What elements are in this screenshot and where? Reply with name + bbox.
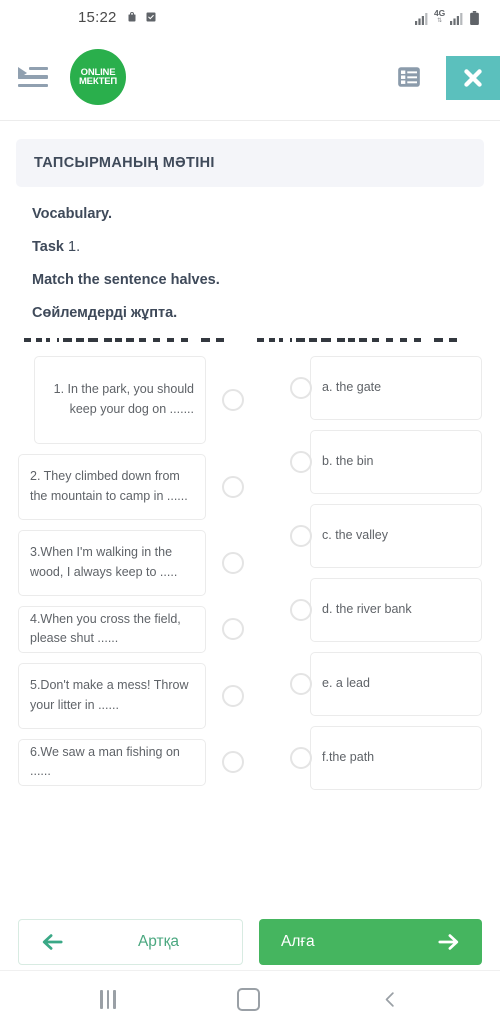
left-connector-dot-2[interactable] <box>222 475 244 498</box>
left-dot-slot-6 <box>216 739 250 786</box>
right-connector-dot-e[interactable] <box>290 672 312 695</box>
home-icon[interactable] <box>236 988 260 1011</box>
left-item-1[interactable]: 1. In the park, you should keep your dog… <box>34 355 206 444</box>
right-item-d[interactable]: d. the river bank <box>310 577 482 642</box>
right-connector-dot-f[interactable] <box>290 746 312 769</box>
signal-icon <box>415 12 428 25</box>
right-dot-slot-d <box>284 578 318 642</box>
right-connector-dots <box>284 356 318 800</box>
task-line: Vocabulary. <box>32 205 468 223</box>
right-dot-slot-a <box>284 356 318 420</box>
left-connector-dot-6[interactable] <box>222 751 244 773</box>
hamburger-menu-icon[interactable] <box>18 64 48 90</box>
right-connector-dot-d[interactable] <box>290 598 312 621</box>
task-line-normal: 1. <box>68 239 81 256</box>
arrow-right-icon <box>438 934 459 950</box>
status-bar: 15:22 4G ⇅ <box>0 0 500 34</box>
left-item-text: 4.When you cross the field, please shut … <box>30 611 181 645</box>
right-item-f[interactable]: f.the path <box>310 725 482 790</box>
battery-icon <box>470 10 479 25</box>
left-dot-slot-3 <box>216 530 250 596</box>
left-item-text: 5.Don't make a mess! Throw your litter i… <box>30 678 189 712</box>
left-dot-slot-1 <box>216 356 250 444</box>
task-line: Task 1. <box>32 238 468 256</box>
left-dot-slot-5 <box>216 663 250 729</box>
back-button-label: Артқа <box>137 933 180 950</box>
right-column: a. the gate b. the bin c. the valley d. … <box>310 355 482 800</box>
task-instructions: Vocabulary. Task 1. Match the sentence h… <box>16 195 484 323</box>
next-button-label: Алға <box>281 933 315 950</box>
left-connector-dots <box>216 356 250 796</box>
recent-apps-icon[interactable] <box>100 990 116 1009</box>
right-item-text: f.the path <box>322 749 375 764</box>
left-item-text: 2. They climbed down from the mountain t… <box>30 469 188 503</box>
logo-line-2: МЕКТЕП <box>78 76 118 87</box>
left-item-6[interactable]: 6.We saw a man fishing on ...... <box>18 738 206 786</box>
left-item-2[interactable]: 2. They climbed down from the mountain t… <box>18 453 206 520</box>
left-dot-slot-2 <box>216 454 250 520</box>
right-dot-slot-e <box>284 652 318 716</box>
app-header: ONLINE МЕКТЕП <box>0 34 500 121</box>
dashed-divider <box>24 337 478 342</box>
right-item-b[interactable]: b. the bin <box>310 429 482 494</box>
right-dot-slot-f <box>284 726 318 790</box>
matching-exercise: 1. In the park, you should keep your dog… <box>16 355 484 800</box>
status-time: 15:22 <box>78 8 117 26</box>
left-connector-dot-4[interactable] <box>222 618 244 640</box>
right-connector-dot-c[interactable] <box>290 524 312 547</box>
right-connector-dot-b[interactable] <box>290 450 312 473</box>
right-item-e[interactable]: e. a lead <box>310 651 482 716</box>
close-x-icon <box>464 69 482 87</box>
arrow-left-icon <box>42 934 63 950</box>
status-left-icons <box>126 11 157 23</box>
left-connector-dot-3[interactable] <box>222 551 244 574</box>
next-button[interactable]: Алға <box>259 919 482 965</box>
close-button[interactable] <box>446 56 500 100</box>
network-type-indicator: 4G ⇅ <box>434 8 445 24</box>
bag-icon <box>128 12 136 22</box>
left-item-5[interactable]: 5.Don't make a mess! Throw your litter i… <box>18 662 206 729</box>
task-banner-title: ТАПСЫРМАНЫҢ МӘТІНІ <box>16 139 484 187</box>
android-navigation-bar <box>0 970 500 1028</box>
left-connector-dot-1[interactable] <box>222 388 244 411</box>
task-line: Сөйлемдерді жұпта. <box>32 304 468 322</box>
task-content: ТАПСЫРМАНЫҢ МӘТІНІ Vocabulary. Task 1. M… <box>0 121 500 800</box>
left-dot-slot-4 <box>216 606 250 653</box>
app-logo[interactable]: ONLINE МЕКТЕП <box>70 49 126 105</box>
left-item-text: 3.When I'm walking in the wood, I always… <box>30 545 178 579</box>
signal-icon <box>450 12 463 25</box>
right-item-text: d. the river bank <box>322 601 412 616</box>
right-item-c[interactable]: c. the valley <box>310 503 482 568</box>
status-right-icons: 4G ⇅ <box>415 9 486 25</box>
right-item-text: e. a lead <box>322 675 370 690</box>
right-item-text: c. the valley <box>322 527 389 542</box>
left-item-4[interactable]: 4.When you cross the field, please shut … <box>18 605 206 653</box>
task-line-bold: Vocabulary. <box>32 206 113 222</box>
right-item-a[interactable]: a. the gate <box>310 355 482 420</box>
list-view-icon[interactable] <box>396 64 422 90</box>
back-button[interactable]: Артқа <box>18 919 243 965</box>
task-line: Match the sentence halves. <box>32 271 468 289</box>
left-item-3[interactable]: 3.When I'm walking in the wood, I always… <box>18 529 206 596</box>
task-line-bold: Match the sentence halves. <box>32 272 220 289</box>
left-connector-dot-5[interactable] <box>222 684 244 707</box>
task-navigation: Артқа Алға <box>0 914 500 970</box>
right-dot-slot-b <box>284 430 318 494</box>
back-chevron-icon[interactable] <box>381 990 400 1009</box>
left-item-text: 6.We saw a man fishing on ...... <box>30 744 180 778</box>
right-item-text: a. the gate <box>322 379 382 394</box>
task-line-bold: Сөйлемдерді жұпта. <box>32 305 178 322</box>
right-connector-dot-a[interactable] <box>290 376 312 399</box>
task-line-bold: Task <box>32 239 69 256</box>
right-dot-slot-c <box>284 504 318 568</box>
right-item-text: b. the bin <box>322 453 374 468</box>
checkbox-icon <box>146 12 156 22</box>
left-item-text: 1. In the park, you should keep your dog… <box>53 382 194 416</box>
network-updown-icon: ⇅ <box>437 17 442 24</box>
left-column: 1. In the park, you should keep your dog… <box>18 355 206 800</box>
